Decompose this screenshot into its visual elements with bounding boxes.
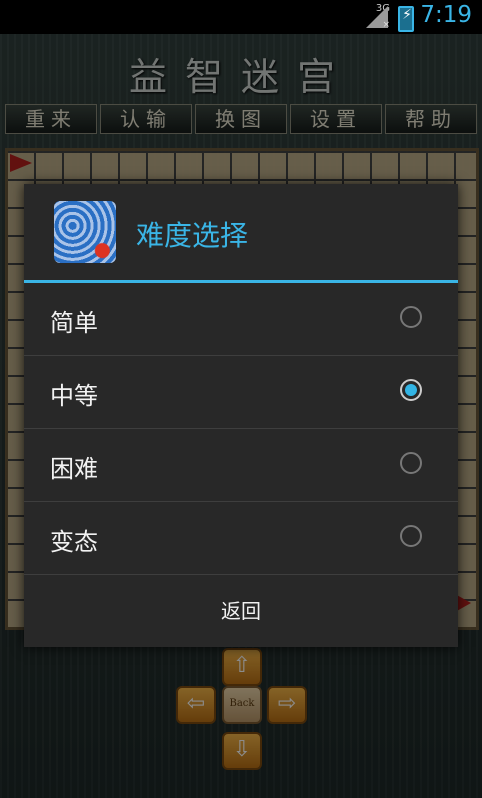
back-button[interactable]: 返回 xyxy=(24,575,458,647)
radio-button[interactable] xyxy=(400,306,422,328)
dialog-header: 难度选择 xyxy=(24,184,458,280)
option-easy[interactable]: 简单 xyxy=(24,283,458,356)
option-label: 困难 xyxy=(50,455,98,483)
clock: 7:19 xyxy=(420,2,472,28)
option-label: 简单 xyxy=(50,309,98,337)
dialog-title: 难度选择 xyxy=(136,219,249,252)
option-medium[interactable]: 中等 xyxy=(24,356,458,429)
charging-icon: ⚡ xyxy=(402,7,412,23)
maze-app-icon xyxy=(54,201,116,263)
option-label: 变态 xyxy=(50,528,98,556)
radio-button[interactable] xyxy=(400,525,422,547)
radio-button[interactable] xyxy=(400,452,422,474)
difficulty-dialog: 难度选择 简单 中等 困难 变态 返回 xyxy=(24,184,458,647)
difficulty-options: 简单 中等 困难 变态 xyxy=(24,283,458,575)
status-bar: 3G × ⚡ 7:19 xyxy=(0,0,482,34)
radio-button-checked[interactable] xyxy=(400,379,422,401)
option-extreme[interactable]: 变态 xyxy=(24,502,458,575)
option-hard[interactable]: 困难 xyxy=(24,429,458,502)
no-data-icon: × xyxy=(382,20,390,30)
option-label: 中等 xyxy=(50,382,98,410)
